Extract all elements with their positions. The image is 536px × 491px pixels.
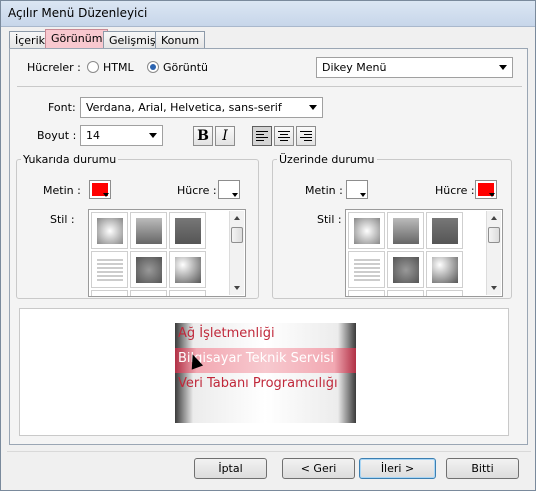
italic-button[interactable]: I <box>215 126 235 146</box>
font-value: Verdana, Arial, Helvetica, sans-serif <box>86 101 282 114</box>
radio-html-label[interactable]: HTML <box>103 61 134 74</box>
preview-menu-item[interactable]: Veri Tabanı Programcılığı <box>175 373 356 398</box>
menu-preview: Ağ İşletmenliği Bilgisayar Teknik Servis… <box>19 308 509 436</box>
menu-type-select[interactable]: Dikey Menü <box>316 57 513 78</box>
align-center-button[interactable] <box>274 126 294 146</box>
scrollbar[interactable] <box>229 211 244 295</box>
chevron-down-icon <box>232 193 238 197</box>
normal-text-label: Metin : <box>43 184 81 197</box>
style-swatch[interactable] <box>91 290 128 296</box>
font-label: Font: <box>48 101 76 114</box>
preview-menu-item[interactable]: Ağ İşletmenliği <box>175 323 356 348</box>
style-swatch[interactable] <box>387 251 424 288</box>
radio-image[interactable] <box>147 61 159 73</box>
normal-style-list[interactable] <box>88 209 246 297</box>
font-select[interactable]: Verdana, Arial, Helvetica, sans-serif <box>80 97 323 118</box>
hover-state-legend: Üzerinde durumu <box>279 153 375 166</box>
hover-state-group: Üzerinde durumu Metin : Hücre : Stil : <box>272 153 512 299</box>
normal-state-legend: Yukarıda durumu <box>23 153 117 166</box>
chevron-down-icon <box>499 65 507 70</box>
style-swatch[interactable] <box>426 290 463 296</box>
style-swatch[interactable] <box>91 212 128 249</box>
style-swatch[interactable] <box>91 251 128 288</box>
hover-cell-label: Hücre : <box>435 184 475 197</box>
align-left-icon <box>256 131 268 141</box>
dialog-window: Açılır Menü Düzenleyici İçerik Görünüm G… <box>0 0 536 491</box>
title-bar[interactable]: Açılır Menü Düzenleyici <box>1 1 535 27</box>
cancel-button[interactable]: İptal <box>194 458 267 479</box>
window-title: Açılır Menü Düzenleyici <box>8 6 148 20</box>
align-center-icon <box>278 131 290 141</box>
menu-type-value: Dikey Menü <box>322 61 387 74</box>
style-swatch[interactable] <box>130 251 167 288</box>
cells-row: Hücreler : HTML Görüntü Dikey Menü <box>17 55 522 87</box>
normal-cell-label: Hücre : <box>177 184 217 197</box>
hover-style-label: Stil : <box>317 213 342 226</box>
next-button[interactable]: İleri > <box>359 458 436 479</box>
normal-style-label: Stil : <box>50 213 75 226</box>
align-left-button[interactable] <box>252 126 272 146</box>
chevron-down-icon <box>149 133 157 138</box>
scroll-thumb[interactable] <box>488 227 500 243</box>
style-swatch[interactable] <box>426 251 463 288</box>
normal-text-color-picker[interactable] <box>89 180 111 199</box>
chevron-down-icon <box>360 193 366 197</box>
size-select[interactable]: 14 <box>80 125 163 146</box>
cells-label: Hücreler : <box>27 61 81 74</box>
style-swatch[interactable] <box>348 251 385 288</box>
style-swatch[interactable] <box>387 290 424 296</box>
preview-menu: Ağ İşletmenliği Bilgisayar Teknik Servis… <box>175 323 356 423</box>
style-swatch[interactable] <box>348 212 385 249</box>
style-swatch[interactable] <box>169 212 206 249</box>
size-value: 14 <box>86 129 100 142</box>
style-swatch[interactable] <box>348 290 385 296</box>
hover-text-color-picker[interactable] <box>346 180 368 199</box>
size-label: Boyut : <box>37 129 77 142</box>
scroll-thumb[interactable] <box>231 227 243 243</box>
finish-button[interactable]: Bitti <box>446 458 519 479</box>
scroll-up-icon[interactable] <box>491 216 497 220</box>
tab-gorunum[interactable]: Görünüm <box>45 29 109 49</box>
scroll-down-icon[interactable] <box>234 286 240 290</box>
preview-menu-item[interactable] <box>175 398 356 423</box>
style-swatch[interactable] <box>169 251 206 288</box>
tab-konum[interactable]: Konum <box>155 31 206 49</box>
normal-cell-color-picker[interactable] <box>218 180 240 199</box>
back-button[interactable]: < Geri <box>282 458 355 479</box>
chevron-down-icon <box>103 193 109 197</box>
radio-image-label[interactable]: Görüntü <box>163 61 208 74</box>
appearance-panel: Hücreler : HTML Görüntü Dikey Menü Font:… <box>9 48 528 445</box>
footer-divider <box>7 451 531 452</box>
scrollbar[interactable] <box>486 211 501 295</box>
tab-gelismis[interactable]: Gelişmiş <box>103 31 162 49</box>
style-swatch[interactable] <box>426 212 463 249</box>
bold-button[interactable]: B <box>193 126 213 146</box>
style-swatch[interactable] <box>130 212 167 249</box>
chevron-down-icon <box>489 193 495 197</box>
normal-state-group: Yukarıda durumu Metin : Hücre : Stil : <box>16 153 259 299</box>
hover-cell-color-picker[interactable] <box>475 180 497 199</box>
style-swatch[interactable] <box>387 212 424 249</box>
radio-html[interactable] <box>87 61 99 73</box>
align-right-button[interactable] <box>296 126 316 146</box>
align-right-icon <box>300 131 312 141</box>
hover-style-list[interactable] <box>345 209 503 297</box>
scroll-down-icon[interactable] <box>491 286 497 290</box>
chevron-down-icon <box>309 105 317 110</box>
scroll-up-icon[interactable] <box>234 216 240 220</box>
style-swatch[interactable] <box>169 290 206 296</box>
preview-menu-item-hover[interactable]: Bilgisayar Teknik Servisi <box>175 348 356 373</box>
hover-text-label: Metin : <box>305 184 343 197</box>
style-swatch[interactable] <box>130 290 167 296</box>
